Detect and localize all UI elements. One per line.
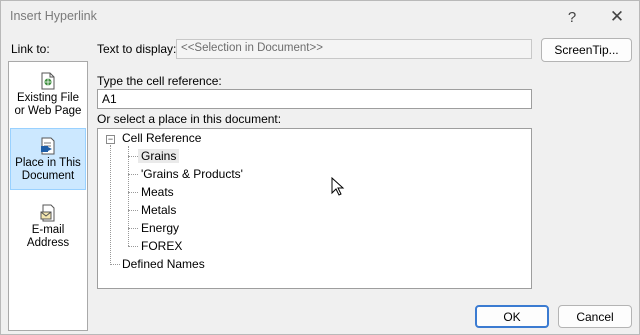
place-in-document-label-2: Document: [21, 170, 75, 182]
tree-connector-sheets: [128, 146, 129, 246]
existing-file-label-1: Existing File: [17, 92, 79, 104]
cell-reference-label: Type the cell reference:: [97, 74, 222, 88]
place-in-document-label-1: Place in This: [15, 157, 81, 169]
tree-node-metals[interactable]: Metals: [141, 203, 176, 217]
link-to-email-address[interactable]: E-mail Address: [10, 200, 86, 252]
tree-node-cell-reference[interactable]: Cell Reference: [122, 131, 201, 145]
tree-connector-5: [128, 228, 138, 229]
place-in-document-icon: [41, 137, 55, 155]
tree-connector-6: [128, 246, 138, 247]
cell-reference-input[interactable]: A1: [97, 89, 532, 109]
cancel-button[interactable]: Cancel: [558, 305, 632, 328]
dialog-title: Insert Hyperlink: [10, 9, 97, 23]
mouse-cursor-icon: [331, 177, 345, 196]
close-button[interactable]: ✕: [604, 6, 630, 28]
tree-connector-root: [110, 145, 111, 263]
tree-node-forex[interactable]: FOREX: [141, 239, 182, 253]
tree-connector-1: [128, 156, 138, 157]
existing-file-label-2: or Web Page: [14, 105, 82, 117]
help-button[interactable]: ?: [559, 6, 585, 28]
tree-node-grains-products[interactable]: 'Grains & Products': [141, 167, 243, 181]
select-place-label: Or select a place in this document:: [97, 112, 282, 126]
place-tree[interactable]: − Cell Reference Grains 'Grains & Produc…: [97, 128, 532, 289]
email-label-2: Address: [26, 237, 70, 249]
link-to-sidebar: Existing File or Web Page Place in This …: [8, 61, 88, 331]
tree-connector-2: [128, 174, 138, 175]
tree-node-grains[interactable]: Grains: [138, 149, 180, 163]
tree-connector-4: [128, 210, 138, 211]
ok-button[interactable]: OK: [475, 305, 549, 328]
link-to-place-in-document[interactable]: Place in This Document: [10, 128, 86, 190]
text-to-display-label: Text to display:: [97, 42, 177, 56]
tree-node-energy[interactable]: Energy: [141, 221, 179, 235]
title-bar: Insert Hyperlink ? ✕: [1, 1, 639, 33]
tree-node-meats[interactable]: Meats: [141, 185, 174, 199]
screentip-button[interactable]: ScreenTip...: [541, 38, 632, 62]
tree-connector-defined: [110, 264, 120, 265]
link-to-existing-file[interactable]: Existing File or Web Page: [10, 68, 86, 124]
link-to-label: Link to:: [11, 42, 50, 56]
text-to-display-field[interactable]: <<Selection in Document>>: [176, 39, 532, 59]
email-label-1: E-mail: [31, 224, 65, 236]
collapse-expander[interactable]: −: [106, 135, 115, 144]
tree-node-defined-names[interactable]: Defined Names: [122, 257, 205, 271]
tree-connector-3: [128, 192, 138, 193]
existing-file-icon: [41, 72, 55, 90]
insert-hyperlink-dialog: Insert Hyperlink ? ✕ Link to: Existing F…: [0, 0, 640, 335]
email-address-icon: [40, 204, 55, 222]
